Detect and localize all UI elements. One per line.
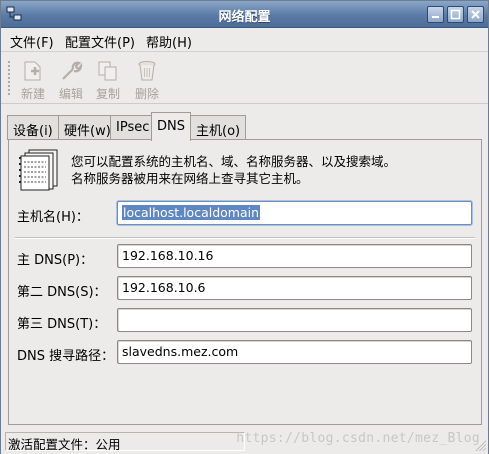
status-text: 激活配置文件：公用 xyxy=(5,432,245,452)
separator xyxy=(15,237,475,239)
dns-description: 您可以配置系统的主机名、域、名称服务器、以及搜索域。 名称服务器被用来在网络上查… xyxy=(71,153,396,187)
menu-bar: 文件(F) 配置文件(P) 帮助(H) xyxy=(1,28,488,52)
hostname-label: 主机名(H)： xyxy=(17,210,89,225)
new-icon xyxy=(24,61,41,81)
menu-file[interactable]: 文件(F) xyxy=(10,32,54,51)
watermark: https://blog.csdn.net/mez_Blog xyxy=(236,431,480,446)
delete-label: 删除 xyxy=(134,87,159,101)
delete-button[interactable]: 删除 xyxy=(129,59,165,101)
primary-dns-label: 主 DNS(P)： xyxy=(17,253,94,268)
tab-hosts[interactable]: 主机(o) xyxy=(190,115,247,140)
new-button[interactable]: 新建 xyxy=(15,59,51,101)
window-title: 网络配置 xyxy=(218,10,271,25)
trash-icon xyxy=(138,61,156,81)
tertiary-dns-label: 第三 DNS(T)： xyxy=(17,317,107,332)
hostname-value: localhost.localdomain xyxy=(122,205,261,220)
copy-label: 复制 xyxy=(95,87,120,101)
toolbar: 新建 编辑 复制 删除 xyxy=(1,53,488,104)
primary-dns-input[interactable]: 192.168.10.16 xyxy=(117,244,472,268)
secondary-dns-input[interactable]: 192.168.10.6 xyxy=(117,276,472,300)
network-config-window: 网络配置 文件(F) 配置文件(P) 帮助(H) 新建 编辑 复制 删除 设备(… xyxy=(0,0,489,454)
tab-ipsec[interactable]: IPsec xyxy=(110,115,156,140)
description-line-1: 您可以配置系统的主机名、域、名称服务器、以及搜索域。 xyxy=(71,154,397,169)
description-line-2: 名称服务器被用来在网络上查寻其它主机。 xyxy=(71,171,309,186)
edit-label: 编辑 xyxy=(58,87,83,101)
menu-help[interactable]: 帮助(H) xyxy=(146,32,192,51)
menu-profile[interactable]: 配置文件(P) xyxy=(65,32,135,51)
tab-dns[interactable]: DNS xyxy=(151,112,191,141)
dns-panel: 您可以配置系统的主机名、域、名称服务器、以及搜索域。 名称服务器被用来在网络上查… xyxy=(8,139,482,425)
maximize-button[interactable] xyxy=(447,6,464,23)
dns-search-label: DNS 搜寻路径： xyxy=(17,349,115,364)
resize-grip[interactable] xyxy=(474,439,486,451)
copy-button[interactable]: 复制 xyxy=(90,59,126,101)
tab-hardware[interactable]: 硬件(w) xyxy=(58,115,117,140)
copy-icon xyxy=(98,61,117,81)
hostname-input[interactable]: localhost.localdomain xyxy=(117,201,472,225)
tertiary-dns-input[interactable] xyxy=(117,308,472,332)
minimize-button[interactable] xyxy=(427,6,444,23)
title-bar[interactable]: 网络配置 xyxy=(1,1,488,28)
wrench-icon xyxy=(62,61,83,80)
edit-button[interactable]: 编辑 xyxy=(53,59,89,101)
toolbar-grip[interactable] xyxy=(7,60,11,96)
new-label: 新建 xyxy=(20,87,45,101)
tab-bar: 设备(i) 硬件(w) IPsec DNS 主机(o) xyxy=(7,112,488,141)
close-button[interactable] xyxy=(467,6,484,23)
address-book-icon xyxy=(19,149,58,191)
tab-devices[interactable]: 设备(i) xyxy=(7,115,59,140)
dns-search-input[interactable]: slavedns.mez.com xyxy=(117,340,472,364)
secondary-dns-label: 第二 DNS(S)： xyxy=(17,285,107,300)
